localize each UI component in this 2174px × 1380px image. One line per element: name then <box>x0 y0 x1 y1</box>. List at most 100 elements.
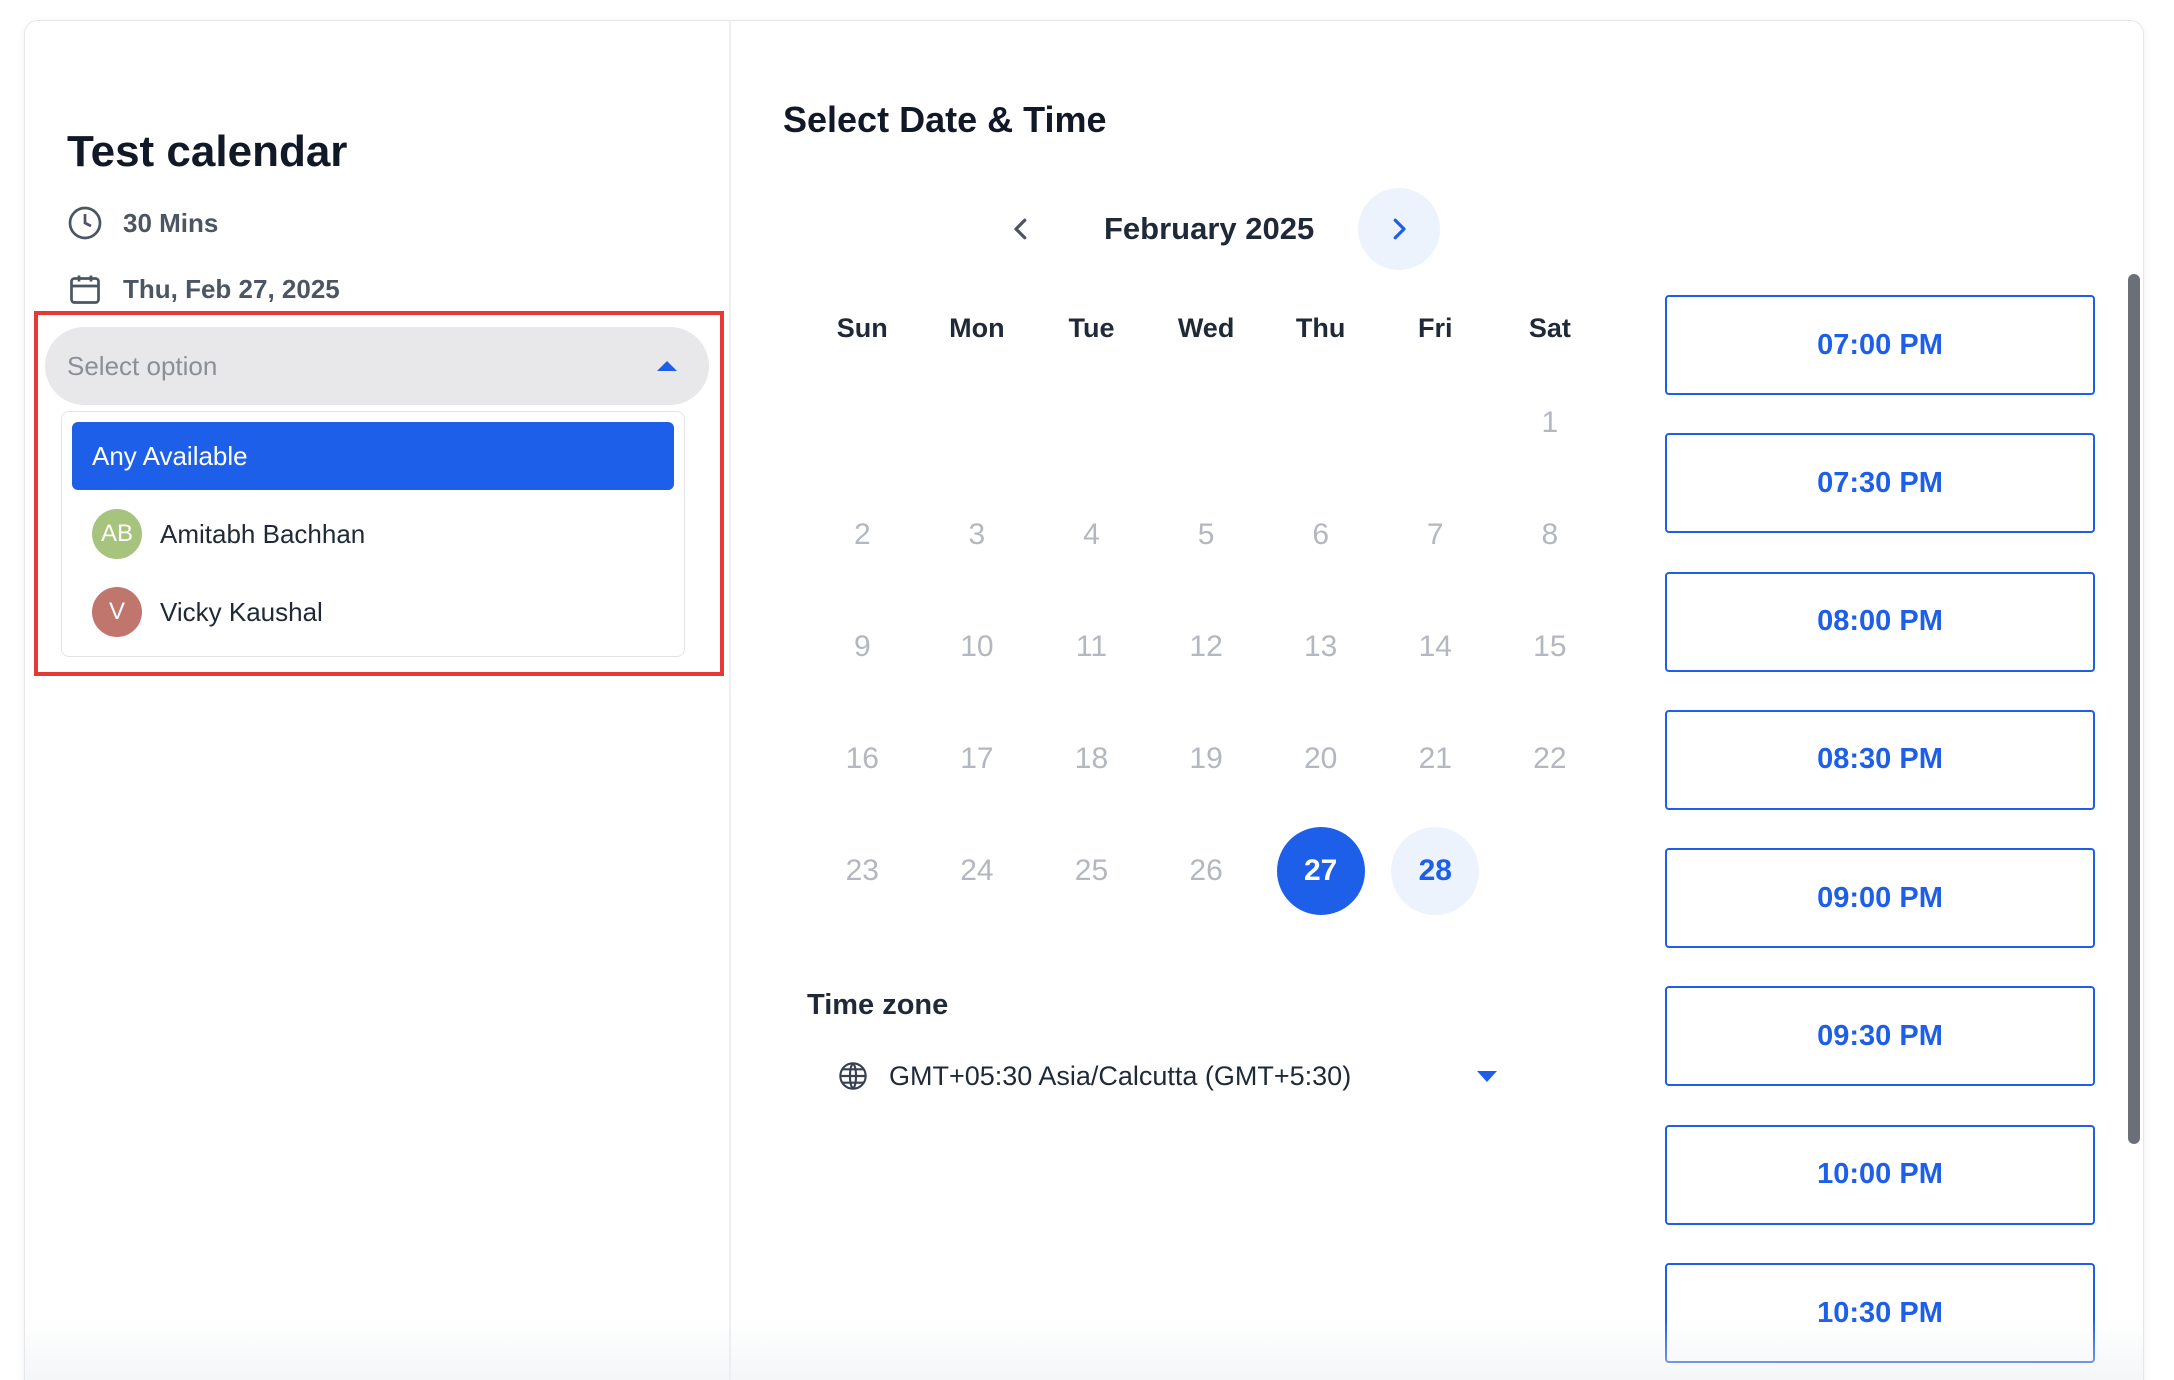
day-20: 20 <box>1263 703 1378 815</box>
day-number: 26 <box>1189 854 1223 887</box>
day-6: 6 <box>1263 479 1378 591</box>
time-slots-scrollbar[interactable] <box>2128 274 2140 1144</box>
day-number: 8 <box>1541 518 1559 551</box>
day-16: 16 <box>805 703 920 815</box>
day-blank <box>1149 367 1264 479</box>
scrollbar-thumb[interactable] <box>2128 274 2140 1144</box>
weekday-sat: Sat <box>1528 312 1571 343</box>
day-number: 19 <box>1189 742 1223 775</box>
prev-month-button[interactable] <box>980 188 1062 270</box>
timezone-select[interactable]: GMT+05:30 Asia/Calcutta (GMT+5:30) <box>837 1051 1497 1101</box>
day-22: 22 <box>1493 703 1608 815</box>
clock-icon <box>68 206 102 240</box>
next-month-button[interactable] <box>1358 188 1440 270</box>
weekday-header: Sun Mon Tue Wed Thu Fri Sat <box>805 303 1605 353</box>
option-vicky-kaushal[interactable]: V Vicky Kaushal <box>72 578 674 646</box>
day-4: 4 <box>1034 479 1149 591</box>
day-8: 8 <box>1493 479 1608 591</box>
day-14: 14 <box>1378 591 1493 703</box>
weekday-mon: Mon <box>949 312 1005 343</box>
caret-down-icon <box>1477 1070 1497 1082</box>
day-18: 18 <box>1034 703 1149 815</box>
panel-divider <box>729 21 731 1380</box>
day-number: 2 <box>853 518 871 551</box>
weekday-wed: Wed <box>1177 312 1235 343</box>
day-25: 25 <box>1034 815 1149 927</box>
caret-up-icon <box>657 361 677 371</box>
option-any-available[interactable]: Any Available <box>72 422 674 490</box>
day-blank <box>1034 367 1149 479</box>
calendar-title: Test calendar <box>67 127 348 176</box>
option-label: Amitabh Bachhan <box>160 518 366 549</box>
day-number: 11 <box>1075 630 1108 663</box>
chevron-left-icon <box>1014 218 1027 240</box>
day-number: 22 <box>1533 742 1567 775</box>
day-blank <box>920 367 1035 479</box>
avatar: AB <box>92 509 142 559</box>
timezone-label: Time zone <box>807 989 949 1021</box>
select-placeholder: Select option <box>67 350 218 381</box>
month-navigation: February 2025 <box>980 187 1440 271</box>
time-slot-button[interactable]: 09:00 PM <box>1665 848 2095 949</box>
day-24: 24 <box>920 815 1035 927</box>
day-26: 26 <box>1149 815 1264 927</box>
day-number: 5 <box>1197 518 1215 551</box>
day-15: 15 <box>1493 591 1608 703</box>
day-number: 17 <box>960 742 994 775</box>
day-number: 10 <box>960 630 994 663</box>
avatar: V <box>92 587 142 637</box>
day-19: 19 <box>1149 703 1264 815</box>
day-23: 23 <box>805 815 920 927</box>
day-3: 3 <box>920 479 1035 591</box>
day-12: 12 <box>1149 591 1264 703</box>
day-7: 7 <box>1378 479 1493 591</box>
day-blank <box>1263 367 1378 479</box>
calendar-icon <box>70 275 100 304</box>
day-number: 9 <box>853 630 871 663</box>
day-number: 1 <box>1541 406 1559 439</box>
time-slot-button[interactable]: 10:00 PM <box>1665 1124 2095 1225</box>
option-amitabh-bachhan[interactable]: AB Amitabh Bachhan <box>72 500 674 568</box>
day-number: 25 <box>1074 854 1109 887</box>
duration-text: 30 Mins <box>123 207 219 238</box>
host-dropdown-menu: Any Available AB Amitabh Bachhan V Vicky… <box>61 411 685 657</box>
day-number: 23 <box>845 854 879 887</box>
day-number: 7 <box>1426 518 1444 551</box>
time-slot-button[interactable]: 07:30 PM <box>1665 433 2095 534</box>
time-slot-button[interactable]: 07:00 PM <box>1665 295 2095 395</box>
day-number: 3 <box>968 518 986 551</box>
selected-date-text: Thu, Feb 27, 2025 <box>123 273 340 304</box>
day-number: 14 <box>1418 630 1452 663</box>
day-21: 21 <box>1378 703 1493 815</box>
day-number: 15 <box>1533 630 1567 663</box>
globe-icon <box>839 1062 867 1090</box>
weekday-tue: Tue <box>1068 312 1115 343</box>
time-slot-button[interactable]: 08:00 PM <box>1665 571 2095 672</box>
bottom-fade <box>25 1319 2143 1380</box>
day-28[interactable]: 28 <box>1378 815 1493 927</box>
timezone-value: GMT+05:30 Asia/Calcutta (GMT+5:30) <box>889 1060 1352 1091</box>
day-2: 2 <box>805 479 920 591</box>
day-number: 27 <box>1276 827 1365 915</box>
time-slot-button[interactable]: 08:30 PM <box>1665 709 2095 810</box>
chevron-right-icon <box>1393 218 1406 240</box>
option-label: Vicky Kaushal <box>160 596 323 627</box>
day-number: 12 <box>1189 630 1223 663</box>
section-title: Select Date & Time <box>783 99 1107 140</box>
day-number: 20 <box>1303 742 1338 775</box>
host-select[interactable]: Select option <box>45 327 709 405</box>
date-row: Thu, Feb 27, 2025 <box>67 271 340 307</box>
time-slot-button[interactable]: 09:30 PM <box>1665 986 2095 1087</box>
day-number: 28 <box>1391 827 1480 915</box>
day-5: 5 <box>1149 479 1264 591</box>
duration-row: 30 Mins <box>67 205 218 241</box>
booking-card: Test calendar 30 Mins Thu, Feb 27, 2025 … <box>24 20 2144 1380</box>
date-calendar: Sun Mon Tue Wed Thu Fri Sat 1 2 3 4 5 6 7 8 9 10 11 12 13 1… <box>805 303 1605 927</box>
day-1: 1 <box>1493 367 1608 479</box>
day-number: 21 <box>1418 742 1452 775</box>
day-27[interactable]: 27 <box>1263 815 1378 927</box>
weekday-sun: Sun <box>836 312 888 343</box>
day-grid: 1 2 3 4 5 6 7 8 9 10 11 12 13 14 15 16 17 18 19 20 21 22 23 24 2… <box>805 367 1605 927</box>
day-10: 10 <box>920 591 1035 703</box>
day-number: 18 <box>1074 742 1109 775</box>
